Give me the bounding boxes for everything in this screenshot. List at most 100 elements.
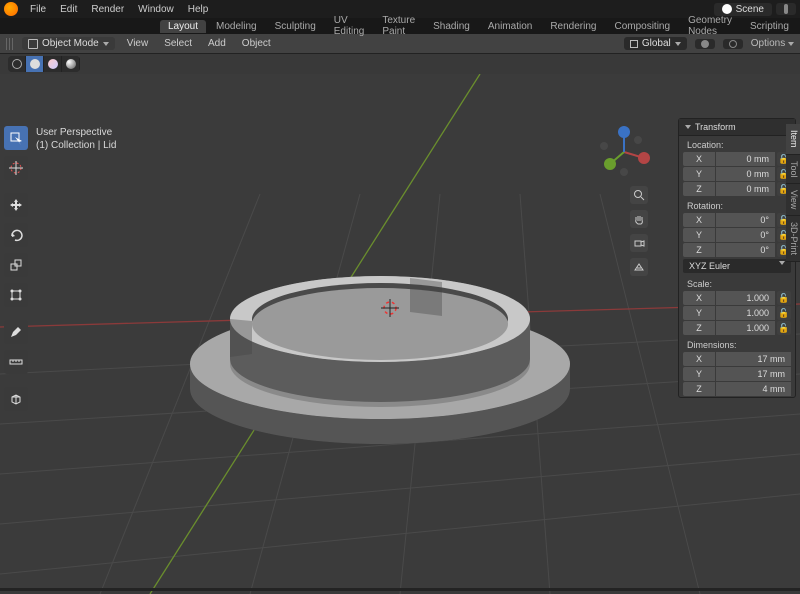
tab-layout[interactable]: Layout xyxy=(160,20,206,33)
navigation-gizmo[interactable] xyxy=(596,124,652,180)
transform-panel: Transform Location: X0 mm🔓 Y0 mm🔓 Z0 mm🔓… xyxy=(678,118,796,398)
options-label: Options xyxy=(751,38,785,49)
solid-icon xyxy=(30,59,40,69)
menu-edit[interactable]: Edit xyxy=(54,2,83,17)
tab-texture-paint[interactable]: Texture Paint xyxy=(374,14,423,38)
scale-tool[interactable] xyxy=(4,253,28,277)
3d-viewport[interactable]: User Perspective (1) Collection | Lid xyxy=(0,74,800,588)
rotation-y-field[interactable]: Y0°🔓 xyxy=(683,228,791,242)
wireframe-icon xyxy=(12,59,22,69)
add-primitive-tool[interactable] xyxy=(4,387,28,411)
select-menu[interactable]: Select xyxy=(160,37,196,50)
view-name: User Perspective xyxy=(36,126,116,139)
options-popover[interactable]: Options xyxy=(751,38,794,49)
pan-button[interactable] xyxy=(630,210,648,228)
shading-mode-group xyxy=(8,56,80,72)
proportional-edit-toggle[interactable] xyxy=(723,39,743,49)
orientation-selector[interactable]: Global xyxy=(624,37,687,50)
chevron-down-icon xyxy=(675,42,681,46)
dim-y-field[interactable]: Y17 mm xyxy=(683,367,791,381)
scale-x-field[interactable]: X1.000🔓 xyxy=(683,291,791,305)
scene-icon xyxy=(722,4,732,14)
side-tab-3d-print[interactable]: 3D-Print xyxy=(786,216,800,262)
rotation-z-field[interactable]: Z0°🔓 xyxy=(683,243,791,257)
tab-uv-editing[interactable]: UV Editing xyxy=(326,14,373,38)
location-z-field[interactable]: Z0 mm🔓 xyxy=(683,182,791,196)
zoom-button[interactable] xyxy=(630,186,648,204)
chevron-down-icon xyxy=(788,42,794,46)
menu-help[interactable]: Help xyxy=(182,2,215,17)
scene-name: Scene xyxy=(736,4,764,15)
tab-geometry-nodes[interactable]: Geometry Nodes xyxy=(680,14,740,38)
tab-rendering[interactable]: Rendering xyxy=(542,20,604,33)
hand-icon xyxy=(633,213,645,225)
menu-render[interactable]: Render xyxy=(85,2,130,17)
scale-z-field[interactable]: Z1.000🔓 xyxy=(683,321,791,335)
side-tab-tool[interactable]: Tool xyxy=(786,155,800,185)
cursor-tool[interactable] xyxy=(4,156,28,180)
move-icon xyxy=(9,198,23,212)
mode-selector[interactable]: Object Mode xyxy=(22,37,115,50)
view-menu[interactable]: View xyxy=(123,37,153,50)
measure-tool[interactable] xyxy=(4,350,28,374)
viewlayer-icon xyxy=(784,4,788,14)
dim-z-field[interactable]: Z4 mm xyxy=(683,382,791,396)
rotation-label: Rotation: xyxy=(679,197,795,212)
tab-compositing[interactable]: Compositing xyxy=(606,20,678,33)
editor-type-icon[interactable] xyxy=(6,38,14,50)
rendered-shading-button[interactable] xyxy=(62,56,80,72)
scale-label: Scale: xyxy=(679,275,795,290)
cursor-box-icon xyxy=(9,131,23,145)
move-tool[interactable] xyxy=(4,193,28,217)
tab-modeling[interactable]: Modeling xyxy=(208,20,265,33)
overlay-toolbar xyxy=(0,54,800,74)
camera-view-button[interactable] xyxy=(630,234,648,252)
n-panel-tabs: Item Tool View 3D-Print xyxy=(786,124,800,262)
menu-file[interactable]: File xyxy=(24,2,52,17)
solid-shading-button[interactable] xyxy=(26,56,44,72)
tab-sculpting[interactable]: Sculpting xyxy=(267,20,324,33)
rotation-order-select[interactable]: XYZ Euler xyxy=(683,259,791,273)
rotate-tool[interactable] xyxy=(4,223,28,247)
transform-tool[interactable] xyxy=(4,283,28,307)
rendered-icon xyxy=(66,59,76,69)
gizmo-icon xyxy=(596,124,652,180)
viewport-info-overlay: User Perspective (1) Collection | Lid xyxy=(36,126,116,152)
magnify-icon xyxy=(633,189,645,201)
add-menu[interactable]: Add xyxy=(204,37,230,50)
perspective-toggle-button[interactable] xyxy=(630,258,648,276)
transform-icon xyxy=(9,288,23,302)
scale-y-field[interactable]: Y1.000🔓 xyxy=(683,306,791,320)
object-menu[interactable]: Object xyxy=(238,37,275,50)
viewport-nav-buttons xyxy=(630,186,648,276)
location-x-field[interactable]: X0 mm🔓 xyxy=(683,152,791,166)
rotation-x-field[interactable]: X0°🔓 xyxy=(683,213,791,227)
tab-animation[interactable]: Animation xyxy=(480,20,540,33)
tab-shading[interactable]: Shading xyxy=(425,20,478,33)
blender-logo-icon xyxy=(4,2,18,16)
annotate-tool[interactable] xyxy=(4,320,28,344)
lock-icon[interactable]: 🔓 xyxy=(777,306,791,320)
wireframe-shading-button[interactable] xyxy=(8,56,26,72)
side-tab-item[interactable]: Item xyxy=(786,124,800,155)
lock-icon[interactable]: 🔓 xyxy=(777,291,791,305)
view-layer-selector[interactable] xyxy=(776,3,796,15)
toolbar xyxy=(4,126,28,411)
proportional-icon xyxy=(729,40,737,48)
pencil-icon xyxy=(9,325,23,339)
material-preview-icon xyxy=(48,59,58,69)
tab-scripting[interactable]: Scripting xyxy=(742,20,797,33)
matprev-shading-button[interactable] xyxy=(44,56,62,72)
object-mode-icon xyxy=(28,39,38,49)
lock-icon[interactable]: 🔓 xyxy=(777,321,791,335)
side-tab-view[interactable]: View xyxy=(786,184,800,216)
menu-window[interactable]: Window xyxy=(132,2,180,17)
location-y-field[interactable]: Y0 mm🔓 xyxy=(683,167,791,181)
select-box-tool[interactable] xyxy=(4,126,28,150)
add-cube-icon xyxy=(9,392,23,406)
dim-x-field[interactable]: X17 mm xyxy=(683,352,791,366)
transform-panel-header[interactable]: Transform xyxy=(679,119,795,136)
snap-toggle[interactable] xyxy=(695,39,715,49)
globe-icon xyxy=(630,40,638,48)
chevron-down-icon xyxy=(103,42,109,46)
